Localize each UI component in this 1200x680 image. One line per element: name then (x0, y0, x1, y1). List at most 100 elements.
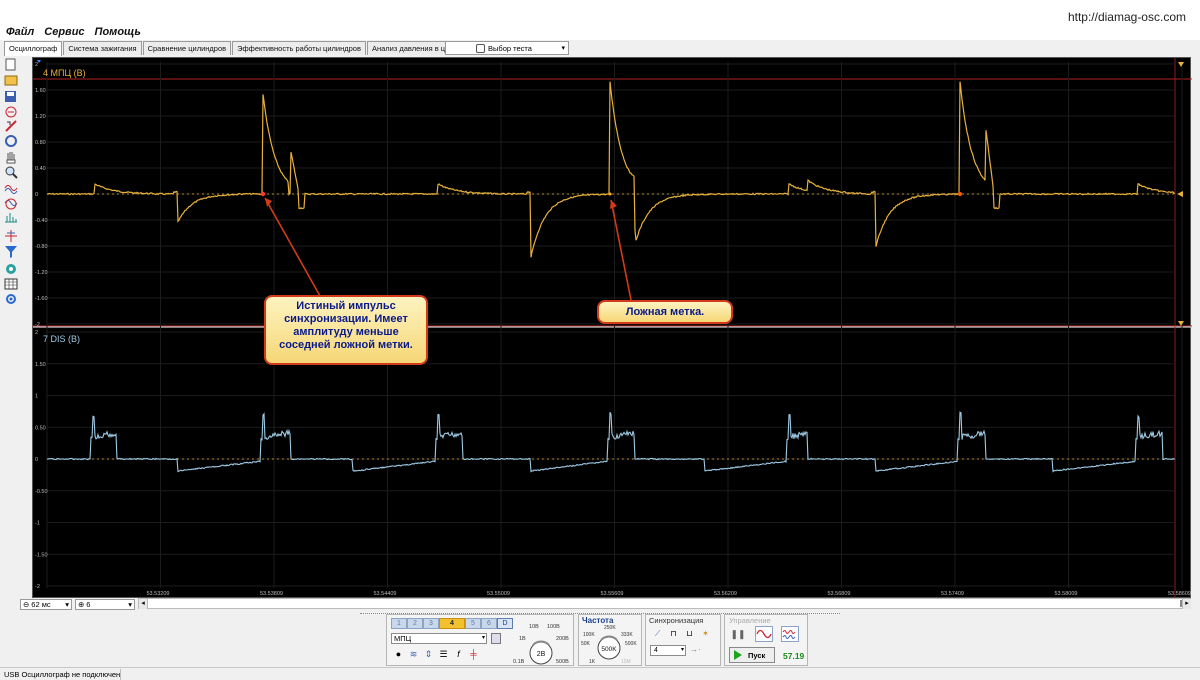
sync-level-icon[interactable]: →· (690, 645, 701, 654)
scope-display[interactable]: 2 1.60 1.20 0.80 0.40 0 -0.40 -0.80 -1.20 -1.60 -2… (32, 57, 1192, 599)
tab-oscilloscope[interactable]: Осциллограф (4, 41, 63, 56)
sine-wave-button[interactable] (755, 626, 773, 642)
measure-icon[interactable] (5, 120, 17, 132)
control-panel: Управление ❚❚ Пуск 57.19 (724, 614, 808, 666)
ch2-y-tick-label: -1 (35, 521, 40, 527)
x-tick-label: 53.58609 (1168, 591, 1191, 597)
channel-save-icon[interactable] (491, 633, 501, 644)
x-tick-label: 53.58009 (1055, 591, 1078, 597)
ch1-waveform (46, 81, 1176, 258)
lines-icon[interactable]: ☰ (438, 649, 449, 660)
test-select-label: Выбор теста (488, 43, 532, 53)
x-tick-label: 53.53809 (260, 591, 283, 597)
menu-help[interactable]: Помощь (95, 26, 141, 38)
pulse-icon[interactable]: ⊓ (668, 628, 679, 639)
noise-icon[interactable]: ≋ (408, 649, 419, 660)
new-file-icon[interactable] (5, 58, 16, 71)
knob-label-500v: 500В (556, 659, 569, 665)
ch1-y-tick-label: -0.80 (35, 244, 48, 250)
zoom-select[interactable]: ⊕ 6 ▾ (75, 598, 135, 610)
pause-icon[interactable]: ❚❚ (729, 626, 747, 642)
channel-tools: ● ≋ ⇕ ☰ f ╪ (393, 649, 483, 660)
channel-button-6[interactable]: 6 (481, 618, 497, 629)
ch1-y-tick-label: 1.60 (35, 88, 46, 94)
fps-readout: 57.19 (783, 651, 805, 661)
print-icon[interactable] (5, 106, 17, 118)
table-icon[interactable] (4, 278, 18, 290)
run-button[interactable]: Пуск (729, 647, 775, 663)
test-icon (476, 44, 485, 53)
channel-button-2[interactable]: 2 (407, 618, 423, 629)
ch2-y-tick-label: -2 (35, 584, 40, 590)
spectrum-icon[interactable] (5, 213, 17, 223)
knob-value: 2В (537, 651, 546, 658)
channel-name-value: МПЦ (394, 634, 412, 643)
probe-icon[interactable] (5, 135, 17, 147)
scroll-left-icon[interactable]: ◂ (139, 599, 148, 609)
ch2-y-tick-label: 1 (35, 394, 38, 400)
channel-button-4[interactable]: 4 (439, 618, 465, 629)
callout-false-mark: Ложная метка. (597, 300, 733, 324)
filter-icon[interactable] (5, 246, 17, 258)
channel-button-1[interactable]: 1 (391, 618, 407, 629)
scope-plot: 2 1.60 1.20 0.80 0.40 0 -0.40 -0.80 -1.20 -1.60 -2… (33, 58, 1192, 599)
falling-edge-icon[interactable]: ⊔ (684, 628, 695, 639)
sync-channel-select[interactable]: 4 ▾ (650, 645, 686, 656)
freq-value: 500K (601, 646, 617, 653)
target-icon[interactable] (6, 264, 16, 274)
ch2-y-tick-label: -0.50 (35, 489, 48, 495)
ch1-y-tick-label: -0.40 (35, 218, 48, 224)
function-icon[interactable]: f (453, 649, 464, 660)
waves-alt-icon[interactable] (4, 198, 18, 210)
channel-button-5[interactable]: 5 (465, 618, 481, 629)
arrow-true-pulse (264, 197, 321, 297)
gear-icon[interactable] (6, 294, 16, 304)
auto-icon[interactable]: ✶ (700, 628, 711, 639)
hand-icon[interactable] (6, 152, 16, 164)
frequency-knob[interactable]: 250K 100K 333K 50K 500K 1K 10M 500K (579, 615, 643, 667)
rising-edge-icon[interactable]: ⟋ (652, 628, 663, 639)
site-url[interactable]: http://diamag-osc.com (1068, 10, 1186, 24)
sync-channel-value: 4 (654, 647, 658, 654)
probe-icon[interactable]: ● (393, 649, 404, 660)
chevron-down-icon: ▾ (561, 45, 565, 52)
channel-name-field[interactable]: МПЦ ▾ (391, 633, 487, 644)
channel-2-label: 7 DIS (В) (43, 334, 81, 344)
ch2-y-tick-label: 1.50 (35, 362, 46, 368)
horizontal-scrollbar[interactable]: ◂ ▸ (138, 598, 1191, 609)
callout-false-mark-text: Ложная метка. (625, 306, 705, 318)
sine-wave-icon (756, 629, 772, 639)
left-toolbar (3, 56, 19, 596)
menu-service[interactable]: Сервис (44, 26, 84, 38)
cursor-icon[interactable] (5, 230, 17, 242)
ch1-y-tick-label: -1.20 (35, 270, 48, 276)
tab-ignition-system[interactable]: Система зажигания (63, 41, 142, 55)
tab-cylinder-efficiency[interactable]: Эффективность работы цилиндров (232, 41, 366, 55)
knob-label-100v: 100В (547, 624, 560, 630)
ch2-y-tick-label: 0 (35, 457, 38, 463)
test-select[interactable]: Выбор теста ▾ (445, 41, 569, 55)
ruler-icon[interactable]: ╪ (468, 649, 479, 660)
channel-button-3[interactable]: 3 (423, 618, 439, 629)
timebase-select[interactable]: ⊖ 62 мс ▾ (20, 598, 72, 610)
callout-true-pulse-text: Истиный импульс синхронизации. Имеет амп… (279, 300, 413, 351)
zoom-icon[interactable] (5, 166, 18, 179)
open-folder-icon[interactable] (4, 75, 18, 86)
zoom-in-icon: ⊕ (78, 599, 85, 609)
ch1-y-tick-label: 0 (35, 192, 38, 198)
scroll-right-icon[interactable]: ▸ (1182, 599, 1191, 609)
sync-modes: ⟋ ⊓ ⊔ ✶ (652, 628, 716, 639)
menu-file[interactable]: Файл (6, 26, 34, 38)
ch2-y-tick-label: 0.50 (35, 425, 46, 431)
knob-label-1v: 1В (519, 636, 526, 642)
invert-icon[interactable]: ⇕ (423, 649, 434, 660)
ch2-y-tick-label: -1.50 (35, 552, 48, 558)
waves-icon[interactable] (4, 185, 18, 194)
tab-cylinder-compare[interactable]: Сравнение цилиндров (142, 41, 232, 55)
voltage-knob[interactable]: 10В 100В 1В 200В 0.1В 500В 2В (511, 623, 571, 667)
save-icon[interactable] (5, 91, 16, 102)
x-tick-label: 53.56809 (828, 591, 851, 597)
knob-label-0-1v: 0.1В (513, 659, 525, 665)
ch2-y-tick-label: 2 (35, 330, 38, 336)
multi-wave-button[interactable] (781, 626, 799, 642)
